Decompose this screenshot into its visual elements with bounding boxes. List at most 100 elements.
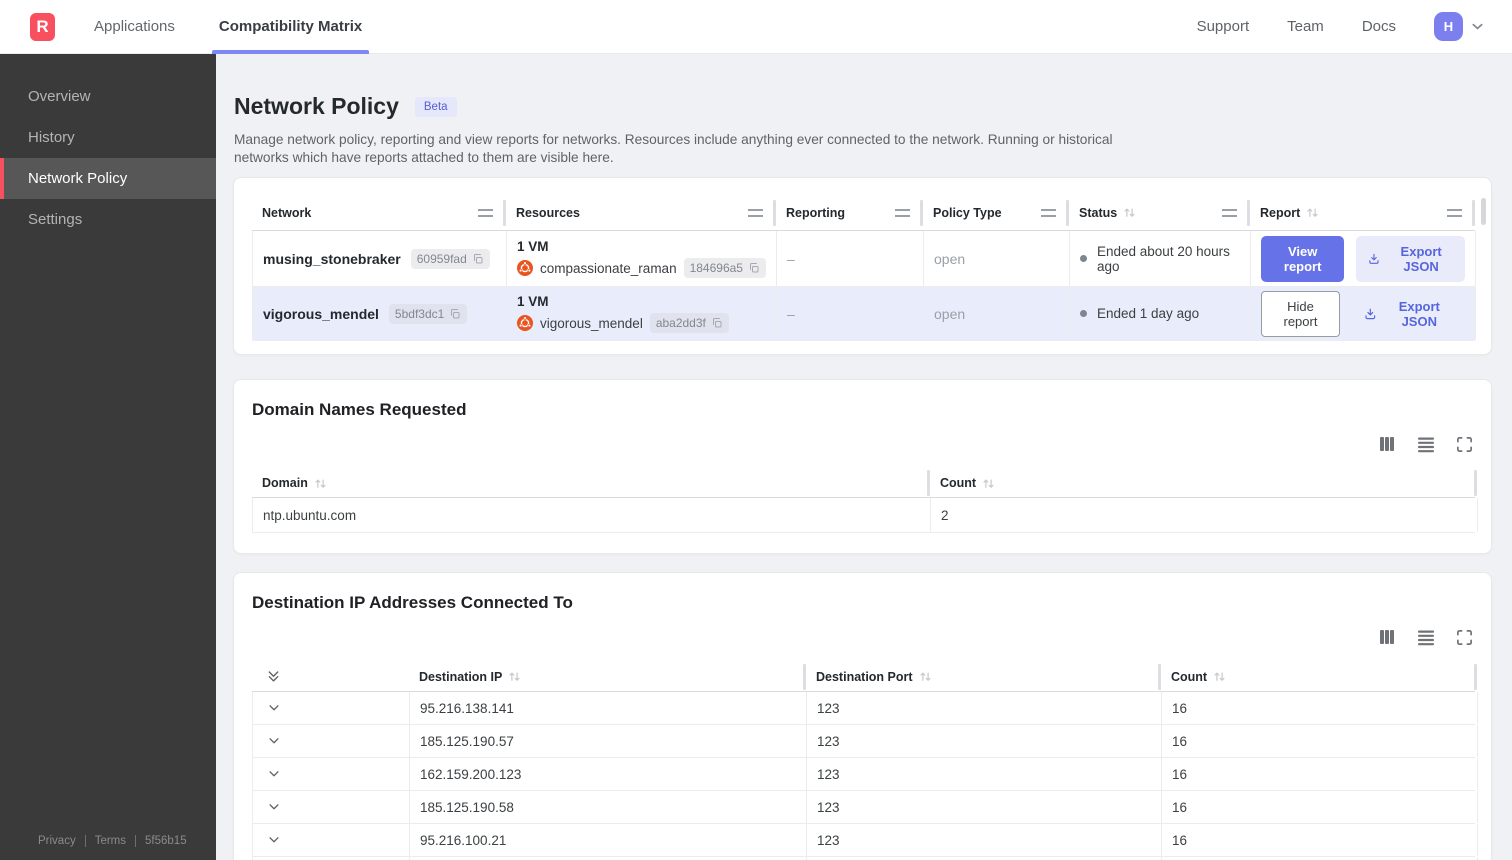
- avatar[interactable]: H: [1434, 12, 1463, 41]
- sort-icon[interactable]: [982, 477, 995, 490]
- nav-link-support[interactable]: Support: [1197, 18, 1250, 35]
- export-json-button[interactable]: Export JSON: [1352, 291, 1465, 337]
- density-icon[interactable]: [1417, 435, 1435, 453]
- column-header-report[interactable]: Report: [1250, 195, 1475, 230]
- column-header-policy-type[interactable]: Policy Type: [923, 195, 1069, 230]
- sort-icon[interactable]: [1213, 670, 1226, 683]
- tab-compatibility-matrix[interactable]: Compatibility Matrix: [211, 0, 370, 54]
- column-header-destination-ip[interactable]: Destination IP: [409, 662, 806, 691]
- drag-handle-icon[interactable]: [895, 208, 910, 217]
- columns-icon[interactable]: [1378, 435, 1396, 453]
- network-row-vigorous-mendel[interactable]: vigorous_mendel 5bdf3dc1 1 VM vigorous_m…: [252, 287, 1476, 341]
- privacy-link[interactable]: Privacy: [38, 835, 76, 847]
- column-label: Report: [1260, 205, 1301, 220]
- network-id-pill[interactable]: 60959fad: [410, 248, 490, 269]
- chevron-down-icon[interactable]: [267, 767, 281, 781]
- sidebar-item-network-policy-label: Network Policy: [28, 170, 128, 187]
- copy-icon[interactable]: [711, 317, 723, 329]
- sidebar-item-network-policy[interactable]: Network Policy: [0, 158, 216, 199]
- row-expander[interactable]: [253, 692, 410, 724]
- drag-handle-icon[interactable]: [1041, 208, 1056, 217]
- network-row-musing-stonebraker[interactable]: musing_stonebraker 60959fad 1 VM compass…: [252, 231, 1476, 287]
- status-dot-icon: [1080, 310, 1087, 317]
- column-header-reporting[interactable]: Reporting: [776, 195, 923, 230]
- expand-all-icon[interactable]: [266, 669, 281, 684]
- drag-handle-icon[interactable]: [1447, 208, 1462, 217]
- nav-link-docs[interactable]: Docs: [1362, 18, 1396, 35]
- vm-count: 1 VM: [517, 294, 549, 309]
- row-expander[interactable]: [253, 725, 410, 757]
- resources-cell: 1 VM vigorous_mendel aba2dd3f: [507, 287, 777, 340]
- network-id: 5bdf3dc1: [394, 306, 445, 321]
- chevron-down-icon[interactable]: [267, 833, 281, 847]
- sidebar-footer: Privacy Terms 5f56b15: [0, 835, 216, 860]
- copy-icon[interactable]: [748, 262, 760, 274]
- card-title: Domain Names Requested: [252, 400, 467, 419]
- fullscreen-icon[interactable]: [1456, 629, 1473, 646]
- resource-id-pill[interactable]: 184696a5: [683, 258, 766, 278]
- destination-row[interactable]: 185.125.190.57 123 16: [252, 725, 1478, 758]
- fullscreen-icon[interactable]: [1456, 436, 1473, 453]
- download-icon: [1369, 253, 1379, 264]
- scrollbar-thumb[interactable]: [1481, 198, 1486, 225]
- columns-icon[interactable]: [1378, 628, 1396, 646]
- destination-port-cell: 123: [807, 725, 1162, 757]
- column-header-resources[interactable]: Resources: [506, 195, 776, 230]
- chevron-down-icon[interactable]: [267, 701, 281, 715]
- chevron-down-icon[interactable]: [267, 734, 281, 748]
- sort-icon[interactable]: [1123, 206, 1136, 219]
- domain-row[interactable]: ntp.ubuntu.com 2: [252, 498, 1478, 533]
- column-header-count[interactable]: Count: [930, 469, 1477, 497]
- chevron-down-icon[interactable]: [1470, 19, 1485, 34]
- column-header-destination-port[interactable]: Destination Port: [806, 662, 1161, 691]
- export-json-button[interactable]: Export JSON: [1356, 235, 1465, 282]
- sidebar-item-history[interactable]: History: [0, 117, 216, 158]
- column-header-domain[interactable]: Domain: [252, 469, 930, 497]
- expand-all-header[interactable]: [252, 662, 409, 691]
- destination-port-cell: 123: [807, 758, 1162, 790]
- column-header-count[interactable]: Count: [1161, 662, 1477, 691]
- row-expander[interactable]: [253, 791, 410, 823]
- row-expander[interactable]: [253, 824, 410, 856]
- report-cell: View report Export JSON: [1251, 231, 1476, 286]
- tab-applications-label: Applications: [94, 18, 175, 35]
- column-header-status[interactable]: Status: [1069, 195, 1250, 230]
- view-report-button[interactable]: View report: [1261, 235, 1345, 282]
- sort-icon[interactable]: [1306, 206, 1319, 219]
- copy-icon[interactable]: [472, 253, 484, 265]
- reporting-cell: –: [777, 231, 924, 286]
- sidebar-item-settings[interactable]: Settings: [0, 199, 216, 240]
- nav-link-team[interactable]: Team: [1287, 18, 1324, 35]
- destination-row[interactable]: 162.159.200.123 123 16: [252, 758, 1478, 791]
- resource-id-pill[interactable]: aba2dd3f: [649, 313, 729, 333]
- resource-name: compassionate_raman: [540, 260, 677, 276]
- destination-row[interactable]: 185.125.190.58 123 16: [252, 791, 1478, 824]
- sort-icon[interactable]: [314, 477, 327, 490]
- count-cell: 16: [1162, 791, 1478, 823]
- sort-icon[interactable]: [919, 670, 932, 683]
- tab-compatibility-matrix-label: Compatibility Matrix: [218, 18, 363, 35]
- sidebar-item-overview[interactable]: Overview: [0, 76, 216, 117]
- beta-badge: Beta: [414, 96, 457, 117]
- network-id-pill[interactable]: 5bdf3dc1: [388, 303, 468, 324]
- page-description: Manage network policy, reporting and vie…: [234, 132, 1113, 165]
- user-menu[interactable]: H: [1434, 12, 1485, 41]
- density-icon[interactable]: [1417, 628, 1435, 646]
- drag-handle-icon[interactable]: [478, 208, 493, 217]
- tab-applications[interactable]: Applications: [89, 0, 180, 54]
- drag-handle-icon[interactable]: [748, 208, 763, 217]
- destination-row[interactable]: 95.216.100.21 123 16: [252, 824, 1478, 857]
- chevron-down-icon[interactable]: [267, 800, 281, 814]
- ubuntu-icon: [517, 315, 533, 331]
- drag-handle-icon[interactable]: [1222, 208, 1237, 217]
- destination-row[interactable]: 95.216.138.141 123 16: [252, 692, 1478, 725]
- status-cell: Ended 1 day ago: [1070, 287, 1251, 340]
- column-header-network[interactable]: Network: [252, 195, 506, 230]
- logo-icon[interactable]: R: [30, 12, 55, 41]
- top-nav: R Applications Compatibility Matrix Supp…: [0, 0, 1512, 54]
- copy-icon[interactable]: [449, 308, 461, 320]
- hide-report-button[interactable]: Hide report: [1261, 290, 1340, 337]
- terms-link[interactable]: Terms: [95, 835, 126, 847]
- sort-icon[interactable]: [508, 670, 521, 683]
- row-expander[interactable]: [253, 758, 410, 790]
